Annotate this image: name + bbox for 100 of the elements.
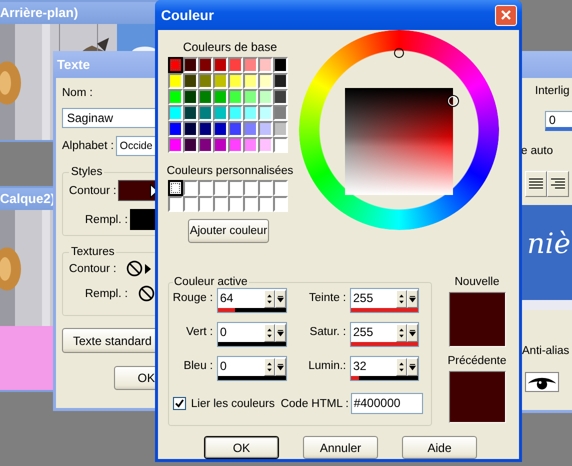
custom-color-swatch[interactable] (168, 196, 183, 212)
color-swatch[interactable] (198, 105, 213, 121)
color-swatch[interactable] (183, 89, 198, 105)
color-swatch[interactable] (243, 105, 258, 121)
swatch-label: Nouvelle (454, 276, 500, 288)
align-justify-button[interactable] (525, 171, 547, 197)
field-label: Rempl. : (85, 214, 128, 226)
field-label: Alphabet : (62, 140, 114, 152)
color-swatch[interactable] (243, 121, 258, 137)
color-swatch[interactable] (213, 89, 228, 105)
color-swatch[interactable] (243, 89, 258, 105)
html-code-field[interactable]: #400000 (350, 393, 423, 414)
color-swatch[interactable] (183, 57, 198, 73)
close-icon (500, 9, 512, 21)
color-swatch[interactable] (198, 137, 213, 153)
color-swatch[interactable] (198, 57, 213, 73)
eye-icon[interactable] (525, 372, 559, 392)
color-swatch[interactable] (273, 137, 288, 153)
dialog-button[interactable]: Annuler (303, 436, 378, 459)
color-swatch[interactable] (183, 105, 198, 121)
color-swatch[interactable] (213, 137, 228, 153)
field-label: Contour : (69, 262, 116, 274)
color-swatch[interactable] (213, 57, 228, 73)
hue-marker[interactable] (394, 48, 404, 58)
color-swatch[interactable] (228, 121, 243, 137)
dialog-button[interactable]: OK (204, 436, 279, 459)
checkbox[interactable] (173, 397, 186, 410)
previous-color-swatch (448, 371, 506, 423)
color-swatch[interactable] (243, 57, 258, 73)
color-swatch[interactable] (273, 105, 288, 121)
color-swatch[interactable] (228, 73, 243, 89)
color-swatch[interactable] (258, 105, 273, 121)
field-label: Rouge : (172, 292, 214, 304)
section-label: Couleurs personnalisées (166, 165, 294, 177)
custom-color-swatch[interactable] (258, 196, 273, 212)
color-swatch[interactable] (243, 73, 258, 89)
color-swatch[interactable] (168, 57, 183, 73)
color-swatch[interactable] (183, 137, 198, 153)
align-right-button[interactable] (547, 171, 569, 197)
group-title: Textures (70, 246, 116, 258)
color-marker[interactable] (448, 96, 458, 106)
field-label: Satur. : (308, 326, 348, 338)
custom-color-swatch[interactable] (273, 180, 288, 196)
no-texture-icon[interactable] (138, 285, 155, 302)
color-swatch[interactable] (258, 57, 273, 73)
color-swatch[interactable] (198, 121, 213, 137)
color-swatch[interactable] (228, 89, 243, 105)
custom-color-swatch[interactable] (243, 180, 258, 196)
field-label: Teinte : (308, 292, 348, 304)
add-color-button[interactable]: Ajouter couleur (188, 219, 269, 243)
custom-color-swatch[interactable] (198, 196, 213, 212)
color-swatch[interactable] (228, 57, 243, 73)
custom-color-swatch[interactable] (273, 196, 288, 212)
custom-color-swatch[interactable] (183, 180, 198, 196)
no-texture-icon[interactable] (126, 260, 144, 277)
color-swatch[interactable] (168, 137, 183, 153)
custom-color-swatch[interactable] (258, 180, 273, 196)
color-swatch[interactable] (258, 89, 273, 105)
color-swatch[interactable] (273, 57, 288, 73)
color-swatch[interactable] (183, 121, 198, 137)
dialog-title: Couleur (161, 7, 214, 23)
triangle-icon (145, 264, 152, 274)
custom-color-swatch[interactable] (243, 196, 258, 212)
dialog-button[interactable]: Aide (402, 436, 477, 459)
new-color-swatch (448, 292, 506, 347)
close-button[interactable] (495, 4, 517, 26)
custom-color-swatch[interactable] (168, 180, 183, 196)
field-label: Nom : (62, 87, 93, 99)
color-swatch[interactable] (258, 73, 273, 89)
color-swatch[interactable] (228, 137, 243, 153)
color-swatch[interactable] (213, 121, 228, 137)
color-swatch[interactable] (273, 89, 288, 105)
color-swatch[interactable] (228, 105, 243, 121)
color-swatch[interactable] (168, 89, 183, 105)
custom-color-swatch[interactable] (228, 196, 243, 212)
section-label: Couleurs de base (182, 40, 278, 54)
custom-color-swatch[interactable] (228, 180, 243, 196)
custom-color-swatch[interactable] (183, 196, 198, 212)
color-swatch[interactable] (258, 137, 273, 153)
checkbox-label: Lier les couleurs (191, 398, 275, 410)
color-square[interactable] (345, 88, 453, 195)
color-swatch[interactable] (183, 73, 198, 89)
color-swatch[interactable] (273, 121, 288, 137)
swatch-label: Précédente (448, 355, 506, 367)
custom-color-swatch[interactable] (213, 180, 228, 196)
color-swatch[interactable] (258, 121, 273, 137)
custom-color-swatch[interactable] (198, 180, 213, 196)
color-swatch[interactable] (213, 105, 228, 121)
field-label: Rempl. : (85, 288, 128, 300)
color-swatch[interactable] (273, 73, 288, 89)
color-swatch[interactable] (168, 105, 183, 121)
field-label: Code HTML : (280, 398, 349, 410)
color-swatch[interactable] (213, 73, 228, 89)
color-swatch[interactable] (168, 73, 183, 89)
line-spacing-field[interactable]: 0 (545, 111, 572, 131)
color-swatch[interactable] (198, 73, 213, 89)
custom-color-swatch[interactable] (213, 196, 228, 212)
color-swatch[interactable] (243, 137, 258, 153)
color-swatch[interactable] (168, 121, 183, 137)
color-swatch[interactable] (198, 89, 213, 105)
